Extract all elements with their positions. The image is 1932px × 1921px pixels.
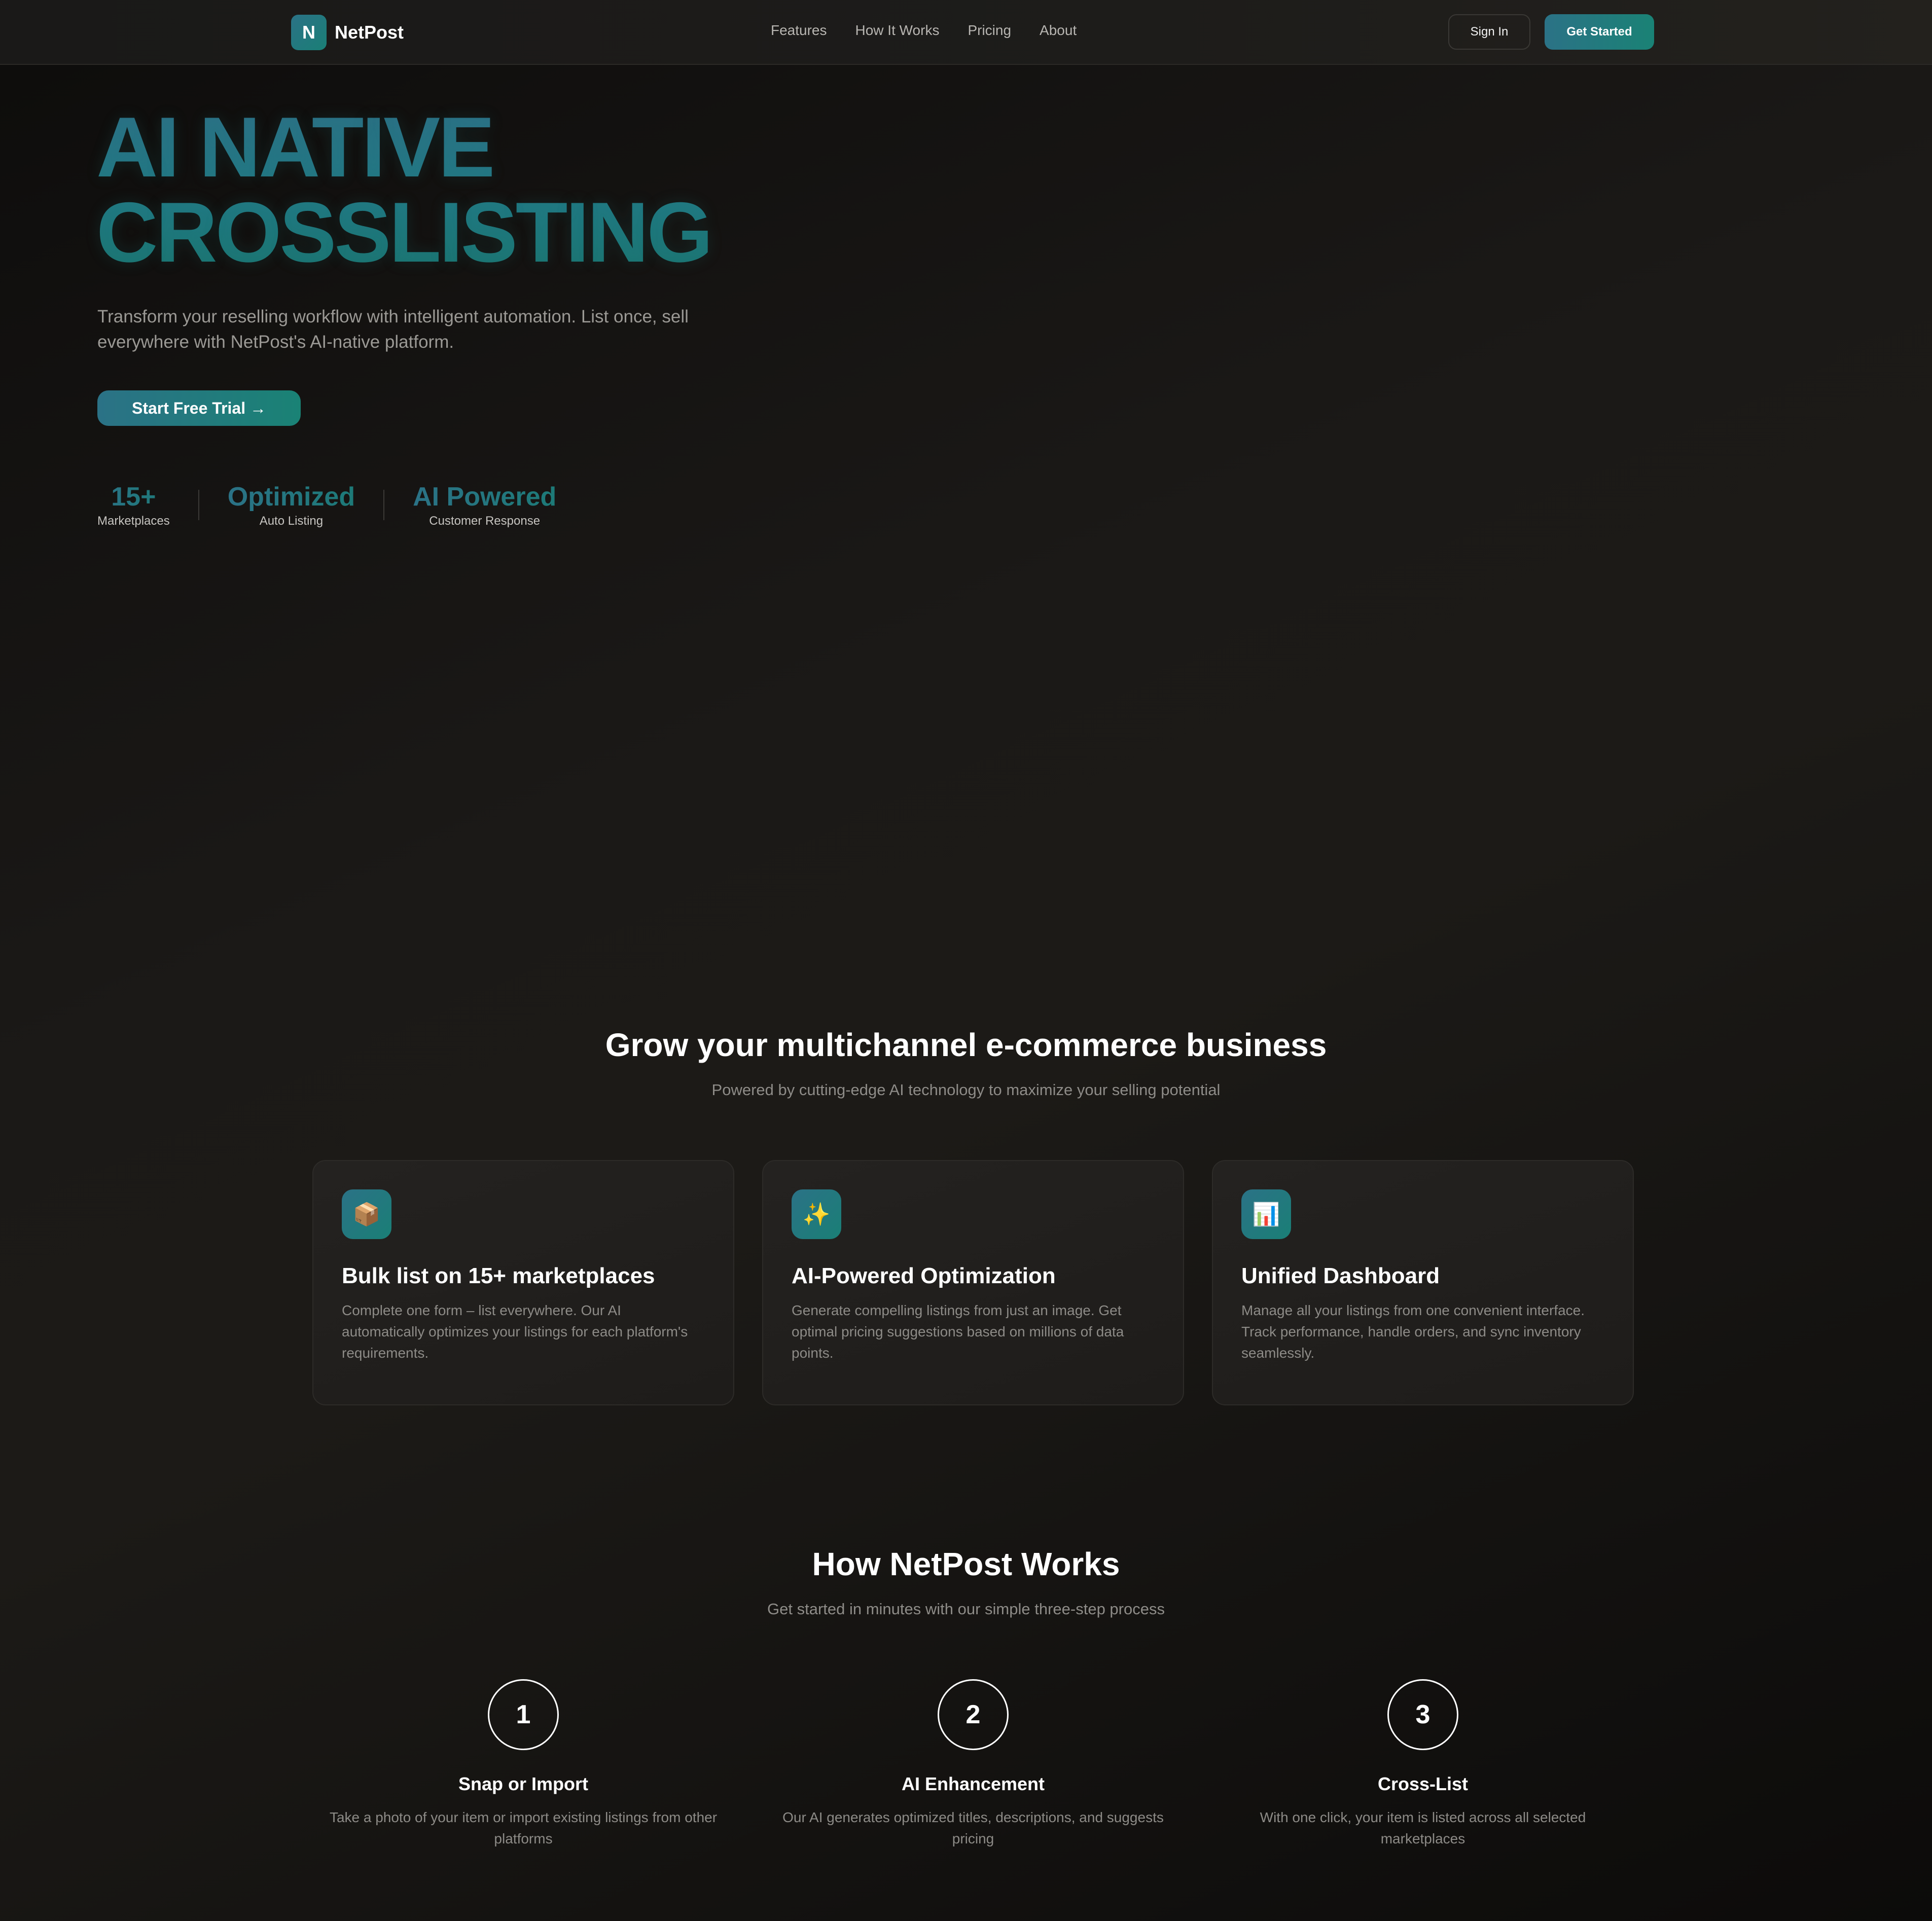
- brand-name: NetPost: [335, 22, 404, 43]
- brand-logo[interactable]: N NetPost: [291, 15, 404, 50]
- stat-divider: [383, 490, 385, 520]
- step-ai-enhancement: 2 AI Enhancement Our AI generates optimi…: [762, 1679, 1184, 1850]
- stat-value: 15+: [97, 482, 170, 512]
- nav-link-pricing[interactable]: Pricing: [968, 22, 1011, 39]
- sign-in-button[interactable]: Sign In: [1448, 14, 1530, 50]
- stat-label: Customer Response: [429, 514, 541, 528]
- start-free-trial-button[interactable]: Start Free Trial →: [97, 390, 301, 426]
- stat-divider: [198, 490, 199, 520]
- bar-chart-icon: 📊: [1241, 1189, 1291, 1239]
- feature-card-title: Unified Dashboard: [1241, 1263, 1440, 1288]
- navbar: N NetPost Features How It Works Pricing …: [0, 0, 1932, 65]
- nav-link-how-it-works[interactable]: How It Works: [855, 22, 940, 39]
- nav-link-about[interactable]: About: [1040, 22, 1077, 39]
- features-title: Grow your multichannel e-commerce busine…: [605, 1027, 1327, 1063]
- stat-value: Optimized: [227, 482, 355, 512]
- feature-card-bulk-list: 📦 Bulk list on 15+ marketplaces Complete…: [312, 1160, 734, 1405]
- feature-card-unified-dashboard: 📊 Unified Dashboard Manage all your list…: [1212, 1160, 1634, 1405]
- step-snap-or-import: 1 Snap or Import Take a photo of your it…: [312, 1679, 734, 1850]
- feature-card-description: Manage all your listings from one conven…: [1241, 1302, 1585, 1361]
- features-subtitle: Powered by cutting-edge AI technology to…: [711, 1081, 1221, 1099]
- stat-label: Marketplaces: [97, 514, 170, 528]
- stat-marketplaces: 15+ Marketplaces: [97, 482, 170, 528]
- feature-card-title: Bulk list on 15+ marketplaces: [342, 1263, 655, 1288]
- hero-title: AI NATIVE CROSSLISTING: [96, 99, 713, 280]
- how-it-works-subtitle: Get started in minutes with our simple t…: [767, 1600, 1165, 1618]
- feature-card-description: Complete one form – list everywhere. Our…: [342, 1302, 688, 1361]
- feature-card-ai-optimization: ✨ AI-Powered Optimization Generate compe…: [762, 1160, 1184, 1405]
- package-icon: 📦: [342, 1189, 391, 1239]
- stat-auto-listing: Optimized Auto Listing: [228, 482, 355, 528]
- hero-title-line-1: AI NATIVE: [96, 99, 495, 195]
- logo-mark-icon: N: [291, 15, 327, 50]
- nav-link-features[interactable]: Features: [771, 22, 827, 39]
- sparkles-icon: ✨: [792, 1189, 841, 1239]
- step-description: Take a photo of your item or import exis…: [329, 1809, 718, 1846]
- step-cross-list: 3 Cross-List With one click, your item i…: [1212, 1679, 1634, 1850]
- step-number: 1: [488, 1679, 559, 1750]
- nav-links: Features How It Works Pricing About: [771, 22, 1077, 39]
- step-number: 3: [1387, 1679, 1458, 1750]
- how-it-works-title: How NetPost Works: [812, 1546, 1120, 1582]
- feature-card-description: Generate compelling listings from just a…: [792, 1302, 1124, 1361]
- stat-value: AI Powered: [413, 482, 557, 512]
- step-title: Snap or Import: [458, 1773, 588, 1794]
- get-started-button[interactable]: Get Started: [1545, 14, 1654, 50]
- step-title: Cross-List: [1377, 1773, 1469, 1794]
- step-description: Our AI generates optimized titles, descr…: [782, 1809, 1164, 1846]
- hero-stats: 15+ Marketplaces Optimized Auto Listing …: [97, 482, 556, 528]
- hero-subtitle: Transform your reselling workflow with i…: [97, 307, 689, 352]
- stat-label: Auto Listing: [259, 514, 324, 528]
- hero-title-line-2: CROSSLISTING: [96, 185, 713, 280]
- step-number: 2: [938, 1679, 1009, 1750]
- stat-customer-response: AI Powered Customer Response: [413, 482, 556, 528]
- step-title: AI Enhancement: [901, 1773, 1045, 1794]
- step-description: With one click, your item is listed acro…: [1260, 1809, 1586, 1846]
- feature-card-title: AI-Powered Optimization: [792, 1263, 1056, 1288]
